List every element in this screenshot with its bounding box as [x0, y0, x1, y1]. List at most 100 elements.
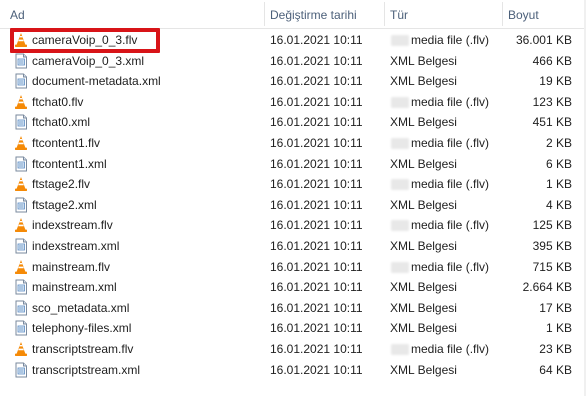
file-type: XML Belgesi — [390, 53, 457, 68]
file-name[interactable]: indexstream.xml — [32, 236, 119, 257]
file-name[interactable]: mainstream.flv — [32, 257, 110, 278]
file-row[interactable]: document-metadata.xml 16.01.2021 10:11 XML… — [0, 71, 586, 92]
column-divider[interactable] — [384, 2, 385, 26]
xml-document-icon — [14, 73, 28, 89]
column-header-date[interactable]: Değiştirme tarihi — [266, 0, 382, 28]
redacted-type-prefix — [391, 96, 409, 108]
file-name[interactable]: cameraVoip_0_3.xml — [32, 51, 144, 72]
file-name[interactable]: transcriptstream.xml — [32, 360, 140, 381]
file-modified-date: 16.01.2021 10:11 — [270, 259, 363, 274]
file-modified-date: 16.01.2021 10:11 — [270, 362, 363, 377]
file-row[interactable]: ftchat0.xml 16.01.2021 10:11 XML Belgesi 45… — [0, 112, 586, 133]
file-row[interactable]: cameraVoip_0_3.xml 16.01.2021 10:11 XML Be… — [0, 51, 586, 72]
file-name[interactable]: document-metadata.xml — [32, 71, 161, 92]
file-type: media file (.flv) — [411, 218, 490, 233]
file-modified-date: 16.01.2021 10:11 — [270, 300, 363, 315]
file-modified-date: 16.01.2021 10:11 — [270, 156, 363, 171]
file-size: 6 KB — [545, 156, 572, 171]
file-name[interactable]: ftstage2.xml — [32, 195, 97, 216]
file-type: XML Belgesi — [390, 238, 457, 253]
file-size: 23 KB — [539, 341, 572, 356]
column-header-bar: Ad Değiştirme tarihi Tür Boyut — [0, 0, 586, 29]
file-name[interactable]: ftchat0.xml — [32, 112, 90, 133]
file-name[interactable]: telephony-files.xml — [32, 318, 131, 339]
column-divider[interactable] — [264, 2, 265, 26]
file-row[interactable]: sco_metadata.xml 16.01.2021 10:11 XML Belg… — [0, 298, 586, 319]
file-row[interactable]: ftchat0.flv 16.01.2021 10:11 media file (.… — [0, 92, 586, 113]
file-size: 64 KB — [539, 362, 572, 377]
redacted-type-prefix — [391, 179, 409, 191]
file-type: media file (.flv) — [411, 94, 490, 109]
vlc-cone-icon — [14, 341, 28, 357]
xml-document-icon — [14, 238, 28, 254]
file-name[interactable]: ftcontent1.flv — [32, 133, 100, 154]
file-modified-date: 16.01.2021 10:11 — [270, 74, 363, 89]
column-header-type[interactable]: Tür — [386, 0, 500, 28]
column-header-size[interactable]: Boyut — [504, 0, 584, 28]
file-modified-date: 16.01.2021 10:11 — [270, 218, 363, 233]
xml-document-icon — [14, 300, 28, 316]
file-row[interactable]: mainstream.xml 16.01.2021 10:11 XML Belges… — [0, 277, 586, 298]
file-name[interactable]: ftchat0.flv — [32, 92, 83, 113]
file-size: 395 KB — [532, 238, 572, 253]
xml-document-icon — [14, 156, 28, 172]
file-row[interactable]: transcriptstream.xml 16.01.2021 10:11 XML … — [0, 360, 586, 381]
redacted-type-prefix — [391, 261, 409, 273]
file-size: 1 KB — [545, 321, 572, 336]
redacted-type-prefix — [391, 220, 409, 232]
file-name[interactable]: transcriptstream.flv — [32, 339, 133, 360]
file-row[interactable]: ftcontent1.xml 16.01.2021 10:11 XML Belges… — [0, 154, 586, 175]
redacted-type-prefix — [391, 35, 409, 46]
file-name[interactable]: mainstream.xml — [32, 277, 117, 298]
file-row[interactable]: ftstage2.xml 16.01.2021 10:11 XML Belgesi 4… — [0, 195, 586, 216]
file-type: media file (.flv) — [411, 135, 490, 150]
file-size: 2 KB — [545, 135, 572, 150]
file-row[interactable]: transcriptstream.flv 16.01.2021 10:11 medi… — [0, 339, 586, 360]
file-size: 19 KB — [539, 74, 572, 89]
redacted-type-prefix — [391, 137, 409, 149]
vlc-cone-icon — [14, 135, 28, 151]
file-size: 451 KB — [532, 115, 572, 130]
red-annotation-box — [10, 28, 160, 53]
xml-document-icon — [14, 114, 28, 130]
vlc-cone-icon — [14, 176, 28, 192]
file-type: XML Belgesi — [390, 115, 457, 130]
column-header-name[interactable]: Ad — [6, 0, 262, 28]
file-row[interactable]: indexstream.xml 16.01.2021 10:11 XML Belge… — [0, 236, 586, 257]
file-size: 123 KB — [532, 94, 572, 109]
file-name[interactable]: indexstream.flv — [32, 215, 113, 236]
file-row[interactable]: indexstream.flv 16.01.2021 10:11 media fil… — [0, 215, 586, 236]
file-type: media file (.flv) — [411, 33, 490, 47]
file-size: 1 KB — [545, 177, 572, 192]
file-name[interactable]: ftcontent1.xml — [32, 154, 107, 175]
file-modified-date: 16.01.2021 10:11 — [270, 177, 363, 192]
file-list: cameraVoip_0_3.flv 16.01.2021 10:11 media … — [0, 30, 586, 380]
xml-document-icon — [14, 362, 28, 378]
file-size: 2.664 KB — [522, 280, 572, 295]
redacted-type-prefix — [391, 343, 409, 355]
file-size: 36.001 KB — [515, 33, 572, 47]
file-type: XML Belgesi — [390, 156, 457, 171]
file-row[interactable]: ftcontent1.flv 16.01.2021 10:11 media file… — [0, 133, 586, 154]
file-name[interactable]: sco_metadata.xml — [32, 298, 129, 319]
file-type: media file (.flv) — [411, 341, 490, 356]
file-size: 17 KB — [539, 300, 572, 315]
column-divider[interactable] — [502, 2, 503, 26]
vlc-cone-icon — [14, 94, 28, 110]
file-modified-date: 16.01.2021 10:11 — [270, 280, 363, 295]
file-type: media file (.flv) — [411, 177, 490, 192]
file-row[interactable]: mainstream.flv 16.01.2021 10:11 media file… — [0, 257, 586, 278]
file-type: XML Belgesi — [390, 197, 457, 212]
file-modified-date: 16.01.2021 10:11 — [270, 341, 363, 356]
file-type: XML Belgesi — [390, 280, 457, 295]
file-row[interactable]: ftstage2.flv 16.01.2021 10:11 media file (… — [0, 174, 586, 195]
file-row[interactable]: telephony-files.xml 16.01.2021 10:11 XML B… — [0, 318, 586, 339]
file-modified-date: 16.01.2021 10:11 — [270, 94, 363, 109]
file-name[interactable]: ftstage2.flv — [32, 174, 90, 195]
file-type: media file (.flv) — [411, 259, 490, 274]
file-modified-date: 16.01.2021 10:11 — [270, 238, 363, 253]
file-modified-date: 16.01.2021 10:11 — [270, 53, 363, 68]
xml-document-icon — [14, 320, 28, 336]
file-modified-date: 16.01.2021 10:11 — [270, 197, 363, 212]
file-modified-date: 16.01.2021 10:11 — [270, 135, 363, 150]
